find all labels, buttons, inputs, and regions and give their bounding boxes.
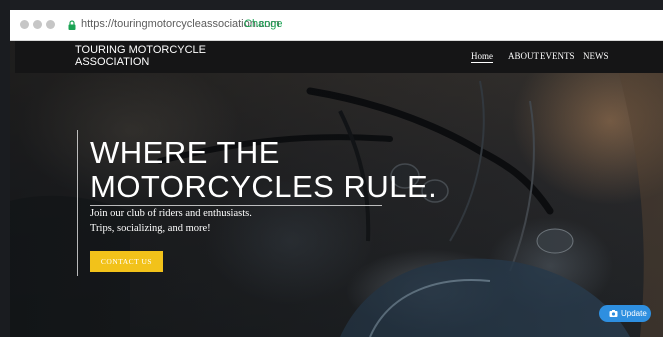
nav-news-link[interactable]: NEWS (583, 51, 609, 61)
nav-about-link[interactable]: ABOUT (508, 51, 539, 61)
hero-headline-line1: WHERE THE (90, 135, 280, 170)
hero-headline-line2: MOTORCYCLES RULE. (90, 169, 438, 204)
change-link[interactable]: Change (244, 18, 283, 30)
site-navbar: TOURING MOTORCYCLE ASSOCIATION Home ABOU… (15, 41, 663, 73)
hero-subtitle-line2: Trips, socializing, and more! (90, 223, 211, 234)
contact-us-button[interactable]: CONTACT US (90, 251, 163, 272)
update-label: Update (621, 309, 647, 318)
hero-accent-line (77, 130, 78, 276)
headline-divider (90, 205, 382, 206)
browser-address-bar: https://touringmotorcycleassociation.com… (10, 10, 663, 41)
nav-home-link[interactable]: Home (471, 51, 493, 63)
hero-subtitle-line1: Join our club of riders and enthusiasts. (90, 208, 252, 219)
lock-icon (68, 20, 76, 30)
window-dot-icon[interactable] (33, 20, 42, 29)
camera-icon (609, 310, 618, 317)
update-button[interactable]: Update (599, 305, 651, 322)
window-dot-icon[interactable] (20, 20, 29, 29)
nav-events-link[interactable]: EVENTS (540, 51, 575, 61)
website-preview: TOURING MOTORCYCLE ASSOCIATION Home ABOU… (10, 41, 663, 337)
left-strip (0, 0, 10, 337)
window-dot-icon[interactable] (46, 20, 55, 29)
site-brand-logo[interactable]: TOURING MOTORCYCLE ASSOCIATION (75, 44, 225, 68)
